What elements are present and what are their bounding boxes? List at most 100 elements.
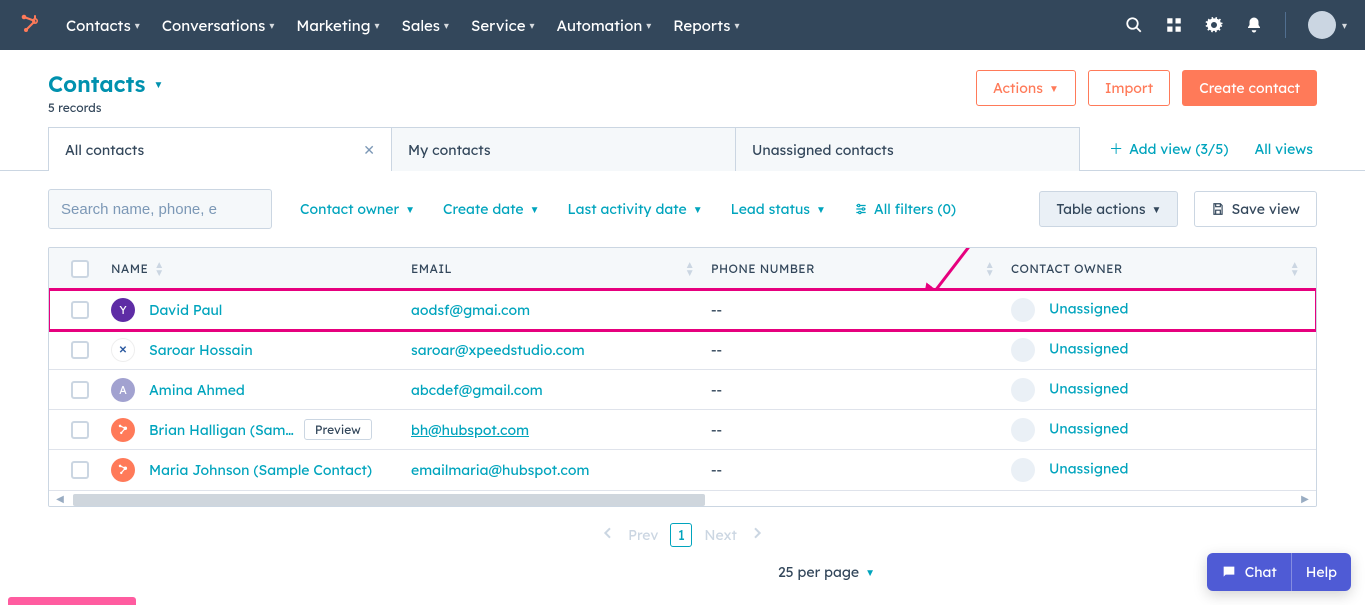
table-row[interactable]: AAmina Ahmedabcdef@gmail.com--Unassigned: [49, 370, 1316, 410]
tab-unassigned-contacts[interactable]: Unassigned contacts: [736, 127, 1080, 171]
sliders-icon: [854, 202, 868, 216]
contact-name-link[interactable]: Saroar Hossain: [149, 341, 253, 359]
row-checkbox[interactable]: [71, 421, 89, 439]
chat-icon: [1221, 564, 1237, 580]
contact-email-link[interactable]: bh@hubspot.com: [411, 421, 529, 439]
actions-button[interactable]: Actions▼: [976, 70, 1076, 106]
add-view-button[interactable]: ＋Add view (3/5): [1109, 139, 1228, 159]
contact-owner-link[interactable]: Unassigned: [1049, 460, 1128, 478]
record-count: 5 records: [48, 100, 163, 115]
contact-phone: --: [711, 301, 1011, 319]
contact-name-link[interactable]: Amina Ahmed: [149, 381, 245, 399]
contact-email-link[interactable]: abcdef@gmail.com: [411, 381, 543, 399]
per-page-dropdown[interactable]: 25 per page▼: [778, 563, 875, 581]
chevron-down-icon: ▾: [1342, 19, 1347, 32]
chevron-right-icon[interactable]: [749, 525, 765, 545]
hubspot-logo[interactable]: [18, 13, 42, 37]
contact-email-link[interactable]: aodsf@gmai.com: [411, 301, 530, 319]
chevron-down-icon: ▼: [530, 203, 540, 216]
column-phone[interactable]: PHONE NUMBER▲▼: [711, 261, 1011, 277]
owner-avatar: [1011, 298, 1035, 322]
search-input[interactable]: [59, 200, 262, 219]
nav-service[interactable]: Service▾: [471, 16, 535, 35]
contact-name-link[interactable]: Maria Johnson (Sample Contact): [149, 461, 372, 479]
nav-sales[interactable]: Sales▾: [401, 16, 448, 35]
table-actions-button[interactable]: Table actions▼: [1039, 191, 1178, 227]
view-tabs: All contacts ✕ My contacts Unassigned co…: [0, 127, 1365, 171]
filter-lead-status[interactable]: Lead status▼: [731, 200, 826, 218]
chevron-down-icon: ▾: [135, 19, 140, 32]
import-button[interactable]: Import: [1088, 70, 1170, 106]
scroll-thumb[interactable]: [73, 494, 705, 506]
page-current[interactable]: 1: [670, 523, 692, 547]
create-contact-button[interactable]: Create contact: [1182, 70, 1317, 106]
nav-reports[interactable]: Reports▾: [673, 16, 739, 35]
chat-button[interactable]: Chat: [1207, 553, 1291, 591]
contact-avatar: A: [111, 378, 135, 402]
contact-owner-link[interactable]: Unassigned: [1049, 339, 1128, 357]
nav-automation[interactable]: Automation▾: [557, 16, 652, 35]
chevron-down-icon: ▾: [444, 19, 449, 32]
search-icon[interactable]: [1125, 16, 1143, 34]
row-checkbox[interactable]: [71, 381, 89, 399]
contact-name-link[interactable]: Brian Halligan (Sam…: [149, 421, 294, 439]
nav-contacts[interactable]: Contacts▾: [66, 16, 140, 35]
select-all-checkbox[interactable]: [71, 260, 89, 278]
gear-icon[interactable]: [1205, 16, 1223, 34]
nav-items: Contacts▾ Conversations▾ Marketing▾ Sale…: [66, 16, 740, 35]
column-email[interactable]: EMAIL▲▼: [411, 261, 711, 277]
tab-label: My contacts: [408, 141, 491, 159]
filter-contact-owner[interactable]: Contact owner▼: [300, 200, 415, 218]
tab-my-contacts[interactable]: My contacts: [392, 127, 736, 171]
filter-last-activity[interactable]: Last activity date▼: [568, 200, 703, 218]
chevron-down-icon: ▾: [734, 19, 739, 32]
preview-button[interactable]: Preview: [304, 419, 372, 440]
scroll-right-icon[interactable]: ▶: [1298, 492, 1312, 505]
scroll-left-icon[interactable]: ◀: [53, 492, 67, 505]
contact-name-link[interactable]: David Paul: [149, 301, 222, 319]
all-views-link[interactable]: All views: [1254, 140, 1313, 158]
chevron-down-icon: ▼: [816, 203, 826, 216]
contact-owner-link[interactable]: Unassigned: [1049, 379, 1128, 397]
table-row[interactable]: ✕Saroar Hossainsaroar@xpeedstudio.com--U…: [49, 330, 1316, 370]
row-checkbox[interactable]: [71, 341, 89, 359]
help-button[interactable]: Help: [1291, 553, 1351, 591]
account-menu[interactable]: ▾: [1308, 11, 1347, 39]
save-view-button[interactable]: Save view: [1194, 191, 1317, 227]
table-row[interactable]: Brian Halligan (Sam… Preview bh@hubspot.co…: [49, 410, 1316, 450]
chevron-down-icon: ▾: [374, 19, 379, 32]
tab-label: Unassigned contacts: [752, 141, 894, 159]
chat-help-widget: Chat Help: [1207, 553, 1351, 591]
close-icon[interactable]: ✕: [363, 141, 375, 159]
column-name[interactable]: NAME▲▼: [111, 261, 411, 277]
prev-button[interactable]: Prev: [628, 526, 658, 544]
tab-all-contacts[interactable]: All contacts ✕: [48, 127, 392, 171]
contact-owner-link[interactable]: Unassigned: [1049, 419, 1128, 437]
marketplace-icon[interactable]: [1165, 16, 1183, 34]
row-checkbox[interactable]: [71, 461, 89, 479]
chevron-down-icon: ▼: [865, 566, 875, 579]
nav-conversations[interactable]: Conversations▾: [162, 16, 275, 35]
column-owner[interactable]: CONTACT OWNER▲▼: [1011, 261, 1316, 277]
contact-owner-link[interactable]: Unassigned: [1049, 299, 1128, 317]
contact-email-link[interactable]: emailmaria@hubspot.com: [411, 461, 589, 479]
contacts-table: NAME▲▼ EMAIL▲▼ PHONE NUMBER▲▼ CONTACT OW…: [48, 247, 1317, 507]
sort-icon: ▲▼: [685, 261, 695, 277]
contact-email-link[interactable]: saroar@xpeedstudio.com: [411, 341, 585, 359]
table-row[interactable]: Maria Johnson (Sample Contact) emailmaria…: [49, 450, 1316, 490]
all-filters-button[interactable]: All filters (0): [854, 200, 956, 218]
page-title-dropdown[interactable]: Contacts▼: [48, 70, 163, 98]
contact-avatar: [111, 458, 135, 482]
bell-icon[interactable]: [1245, 16, 1263, 34]
owner-avatar: [1011, 418, 1035, 442]
table-row[interactable]: YDavid Paulaodsf@gmai.com--Unassigned: [49, 290, 1316, 330]
filter-create-date[interactable]: Create date▼: [443, 200, 540, 218]
nav-marketing[interactable]: Marketing▾: [296, 16, 379, 35]
search-input-wrapper[interactable]: [48, 189, 272, 229]
chevron-left-icon[interactable]: [600, 525, 616, 545]
next-button[interactable]: Next: [704, 526, 737, 544]
page-header: Contacts▼ 5 records Actions▼ Import Crea…: [0, 50, 1365, 127]
top-nav: Contacts▾ Conversations▾ Marketing▾ Sale…: [0, 0, 1365, 50]
horizontal-scrollbar[interactable]: ◀▶: [49, 490, 1316, 506]
row-checkbox[interactable]: [71, 301, 89, 319]
